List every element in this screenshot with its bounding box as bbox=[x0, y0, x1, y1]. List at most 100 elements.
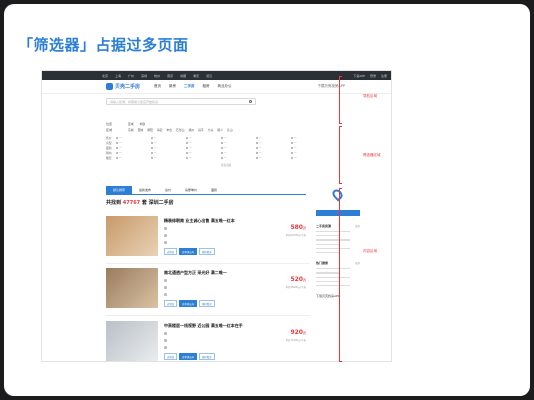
checkbox-icon[interactable] bbox=[116, 136, 118, 139]
logo[interactable]: 贝壳二手房 bbox=[106, 83, 140, 90]
nav-item[interactable]: 二手房 bbox=[184, 84, 195, 89]
filter-checkbox[interactable]: — bbox=[291, 156, 326, 159]
filter-checkbox[interactable]: — bbox=[221, 156, 256, 159]
filter-checkbox[interactable]: — bbox=[221, 141, 256, 144]
filter-checkbox[interactable]: — bbox=[151, 141, 186, 144]
filter-checkbox[interactable]: — bbox=[256, 151, 291, 154]
sort-tab[interactable]: 总价 bbox=[158, 186, 178, 194]
checkbox-icon[interactable] bbox=[256, 141, 258, 144]
sort-tab[interactable]: 默认排序 bbox=[106, 186, 133, 194]
filter-option[interactable]: 海淀 bbox=[157, 128, 163, 132]
checkbox-icon[interactable] bbox=[291, 146, 293, 149]
sidebar-more-link[interactable]: 更多 bbox=[355, 224, 360, 228]
top-bar-link[interactable]: 登录 bbox=[370, 74, 376, 78]
filter-option[interactable]: 大兴 bbox=[208, 128, 214, 132]
checkbox-icon[interactable] bbox=[151, 151, 153, 154]
filter-checkbox[interactable]: — bbox=[291, 146, 326, 149]
checkbox-icon[interactable] bbox=[186, 136, 188, 139]
city-link[interactable]: 上海 bbox=[115, 74, 121, 78]
listing-card[interactable]: 精装修朝南 业主诚心出售 满五唯一红本 近地铁 房本满五年 随时看房 580万 单价620… bbox=[106, 216, 306, 260]
checkbox-icon[interactable] bbox=[186, 156, 188, 159]
checkbox-icon[interactable] bbox=[186, 146, 188, 149]
listing-title[interactable]: 南北通透户型方正 采光好 满二唯一 bbox=[164, 270, 227, 276]
listing-card[interactable]: 中高楼层一线视野 近公园 满五唯一红本在手 近地铁 房本满五年 随时看房 920万 单价7… bbox=[106, 321, 306, 361]
filter-checkbox[interactable]: — bbox=[291, 141, 326, 144]
nav-item[interactable]: 商业办公 bbox=[218, 84, 232, 89]
checkbox-icon[interactable] bbox=[116, 156, 118, 159]
filter-checkbox[interactable]: — bbox=[186, 151, 221, 154]
checkbox-icon[interactable] bbox=[256, 151, 258, 154]
filter-checkbox[interactable]: — bbox=[221, 151, 256, 154]
checkbox-icon[interactable] bbox=[221, 146, 223, 149]
filter-checkbox[interactable]: — bbox=[256, 136, 291, 139]
filter-checkbox[interactable]: — bbox=[221, 146, 256, 149]
listing-title[interactable]: 中高楼层一线视野 近公园 满五唯一红本在手 bbox=[164, 323, 243, 329]
listing-title[interactable]: 精装修朝南 业主诚心出售 满五唯一红本 bbox=[164, 218, 235, 224]
checkbox-icon[interactable] bbox=[256, 146, 258, 149]
map-search-button[interactable] bbox=[316, 210, 360, 216]
filter-option[interactable]: 西城 bbox=[138, 128, 144, 132]
sort-tab[interactable]: 房屋单价 bbox=[178, 186, 204, 194]
filter-checkbox[interactable]: — bbox=[116, 156, 151, 159]
checkbox-icon[interactable] bbox=[151, 136, 153, 139]
filter-checkbox[interactable]: — bbox=[186, 136, 221, 139]
city-link[interactable]: 成都 bbox=[180, 74, 186, 78]
checkbox-icon[interactable] bbox=[116, 146, 118, 149]
city-link[interactable]: 北京 bbox=[102, 74, 108, 78]
filter-checkbox[interactable]: — bbox=[186, 146, 221, 149]
filter-option[interactable]: 区域 bbox=[128, 122, 134, 126]
listing-photo[interactable] bbox=[106, 321, 158, 361]
checkbox-icon[interactable] bbox=[291, 141, 293, 144]
filter-checkbox[interactable]: — bbox=[116, 141, 151, 144]
filter-option[interactable]: 顺义 bbox=[217, 128, 223, 132]
nav-item[interactable]: 首页 bbox=[154, 84, 161, 89]
nav-item[interactable]: 租房 bbox=[203, 84, 210, 89]
listing-photo[interactable] bbox=[106, 216, 158, 256]
checkbox-icon[interactable] bbox=[151, 146, 153, 149]
city-link[interactable]: 深圳 bbox=[141, 74, 147, 78]
checkbox-icon[interactable] bbox=[291, 156, 293, 159]
filter-option[interactable]: 石景山 bbox=[176, 128, 184, 132]
checkbox-icon[interactable] bbox=[116, 141, 118, 144]
sort-tab[interactable]: 面积 bbox=[204, 186, 224, 194]
filter-option[interactable]: 通州 bbox=[188, 128, 194, 132]
checkbox-icon[interactable] bbox=[256, 136, 258, 139]
filter-checkbox[interactable]: — bbox=[116, 146, 151, 149]
listing-photo[interactable] bbox=[106, 268, 158, 308]
checkbox-icon[interactable] bbox=[291, 151, 293, 154]
filter-checkbox[interactable]: — bbox=[291, 151, 326, 154]
top-bar-link[interactable]: 注册 bbox=[381, 74, 387, 78]
checkbox-icon[interactable] bbox=[221, 151, 223, 154]
filter-checkbox[interactable]: — bbox=[116, 136, 151, 139]
filter-checkbox[interactable]: — bbox=[186, 141, 221, 144]
checkbox-icon[interactable] bbox=[116, 151, 118, 154]
listing-card[interactable]: 南北通透户型方正 采光好 满二唯一 近地铁 房本满五年 随时看房 520万 单价58000… bbox=[106, 268, 306, 312]
filter-checkbox[interactable]: — bbox=[256, 146, 291, 149]
city-link[interactable]: 南京 bbox=[167, 74, 173, 78]
filter-checkbox[interactable]: — bbox=[256, 141, 291, 144]
filter-checkbox[interactable]: — bbox=[221, 136, 256, 139]
sort-tab[interactable]: 最新发布 bbox=[132, 186, 158, 194]
filter-checkbox[interactable]: — bbox=[116, 151, 151, 154]
city-link[interactable]: 重庆 bbox=[193, 74, 199, 78]
filter-option[interactable]: 丰台 bbox=[166, 128, 172, 132]
filter-option[interactable]: 昌平 bbox=[198, 128, 204, 132]
search-input[interactable]: 请输入区域、商圈或小区名开始找房 bbox=[106, 97, 256, 105]
top-bar-link[interactable]: 下载APP bbox=[353, 74, 365, 78]
search-icon[interactable] bbox=[249, 99, 252, 103]
filter-checkbox[interactable]: — bbox=[151, 156, 186, 159]
app-download-label[interactable]: 下载贝壳找房APP bbox=[316, 294, 360, 298]
sidebar-more-link[interactable]: 更多 bbox=[355, 261, 360, 265]
checkbox-icon[interactable] bbox=[151, 141, 153, 144]
checkbox-icon[interactable] bbox=[291, 136, 293, 139]
checkbox-icon[interactable] bbox=[256, 156, 258, 159]
nav-item[interactable]: 新房 bbox=[169, 84, 176, 89]
checkbox-icon[interactable] bbox=[221, 141, 223, 144]
filter-option[interactable]: 房山 bbox=[227, 128, 233, 132]
filter-checkbox[interactable]: — bbox=[291, 136, 326, 139]
more-filters-link[interactable]: 更多选项 bbox=[221, 163, 334, 167]
checkbox-icon[interactable] bbox=[151, 156, 153, 159]
filter-checkbox[interactable]: — bbox=[186, 156, 221, 159]
filter-option[interactable]: 地铁 bbox=[140, 122, 146, 126]
checkbox-icon[interactable] bbox=[221, 156, 223, 159]
